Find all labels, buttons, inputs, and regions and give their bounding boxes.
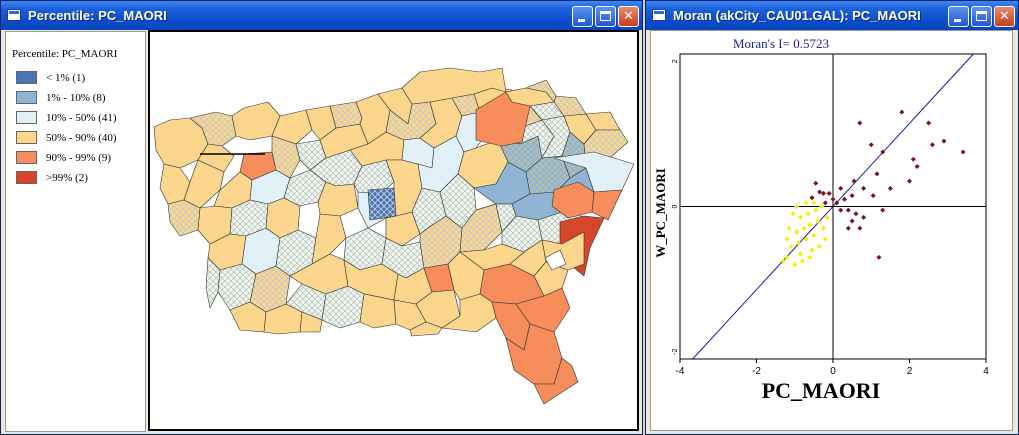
legend-label: < 1% (1) xyxy=(46,72,86,84)
maximize-icon xyxy=(976,11,987,21)
close-icon: ✕ xyxy=(623,9,634,24)
legend-label: 1% - 10% (8) xyxy=(46,92,106,104)
legend-pane: Percentile: PC_MAORI < 1% (1) 1% - 10% (… xyxy=(5,31,146,432)
map-region xyxy=(359,293,397,329)
maximize-button[interactable] xyxy=(971,6,992,27)
y-tick-label: 2 xyxy=(672,59,679,63)
map-region xyxy=(317,181,359,217)
legend-swatch xyxy=(16,151,37,164)
y-tick-label: 0 xyxy=(672,204,679,208)
maximize-button[interactable] xyxy=(595,6,616,27)
choropleth-map[interactable] xyxy=(148,30,639,431)
moran-scatterplot[interactable]: Moran's I= 0.5723 -4 -2 0 2 4 2 0 -2 PC_MAORI W… xyxy=(650,30,1013,431)
legend-item[interactable]: 50% - 90% (40) xyxy=(16,131,142,145)
map-region xyxy=(367,187,397,221)
legend-swatch xyxy=(16,171,37,184)
legend-item[interactable]: < 1% (1) xyxy=(16,71,142,85)
close-icon: ✕ xyxy=(999,9,1010,24)
maximize-icon xyxy=(600,11,611,21)
percentile-map-window: Percentile: PC_MAORI ✕ Percentile: PC_MA… xyxy=(0,0,643,435)
chart-title: Moran's I= 0.5723 xyxy=(733,36,829,51)
legend-swatch xyxy=(16,71,37,84)
window-title: Moran (akCity_CAU01.GAL): PC_MAORI xyxy=(673,8,921,23)
x-tick-label: -4 xyxy=(676,366,685,377)
x-axis-label: PC_MAORI xyxy=(762,378,881,403)
x-tick-label: -2 xyxy=(752,366,761,377)
window-title: Percentile: PC_MAORI xyxy=(28,8,167,23)
legend-swatch xyxy=(16,91,37,104)
legend-item[interactable]: 1% - 10% (8) xyxy=(16,91,142,105)
legend-item[interactable]: 90% - 99% (9) xyxy=(16,151,142,165)
y-tick-label: -2 xyxy=(672,349,679,355)
x-tick-label: 2 xyxy=(907,366,913,377)
window-icon xyxy=(652,9,666,21)
title-bar[interactable]: Moran (akCity_CAU01.GAL): PC_MAORI ✕ xyxy=(646,1,1018,30)
window-icon xyxy=(7,9,21,21)
title-bar[interactable]: Percentile: PC_MAORI ✕ xyxy=(1,1,642,30)
legend-label: >99% (2) xyxy=(46,172,88,184)
minimize-icon xyxy=(954,19,961,22)
legend-swatch xyxy=(16,111,37,124)
map-canvas[interactable] xyxy=(150,32,637,429)
close-button[interactable]: ✕ xyxy=(618,6,639,27)
legend-item[interactable]: 10% - 50% (41) xyxy=(16,111,142,125)
close-button[interactable]: ✕ xyxy=(994,6,1015,27)
legend-swatch xyxy=(16,131,37,144)
map-region xyxy=(591,189,623,221)
minimize-button[interactable] xyxy=(948,6,969,27)
legend-item[interactable]: >99% (2) xyxy=(16,171,142,185)
legend-label: 90% - 99% (9) xyxy=(46,152,112,164)
x-tick-label: 0 xyxy=(830,366,836,377)
y-axis-label: W_PC_MAORI xyxy=(653,168,668,258)
minimize-icon xyxy=(578,19,585,22)
legend-label: 50% - 90% (40) xyxy=(46,132,117,144)
minimize-button[interactable] xyxy=(572,6,593,27)
legend-title: Percentile: PC_MAORI xyxy=(12,48,118,60)
x-tick-label: 4 xyxy=(983,366,989,377)
scatterplot-canvas[interactable]: Moran's I= 0.5723 -4 -2 0 2 4 2 0 -2 PC_MAORI W… xyxy=(651,31,1012,430)
legend-label: 10% - 50% (41) xyxy=(46,112,117,124)
